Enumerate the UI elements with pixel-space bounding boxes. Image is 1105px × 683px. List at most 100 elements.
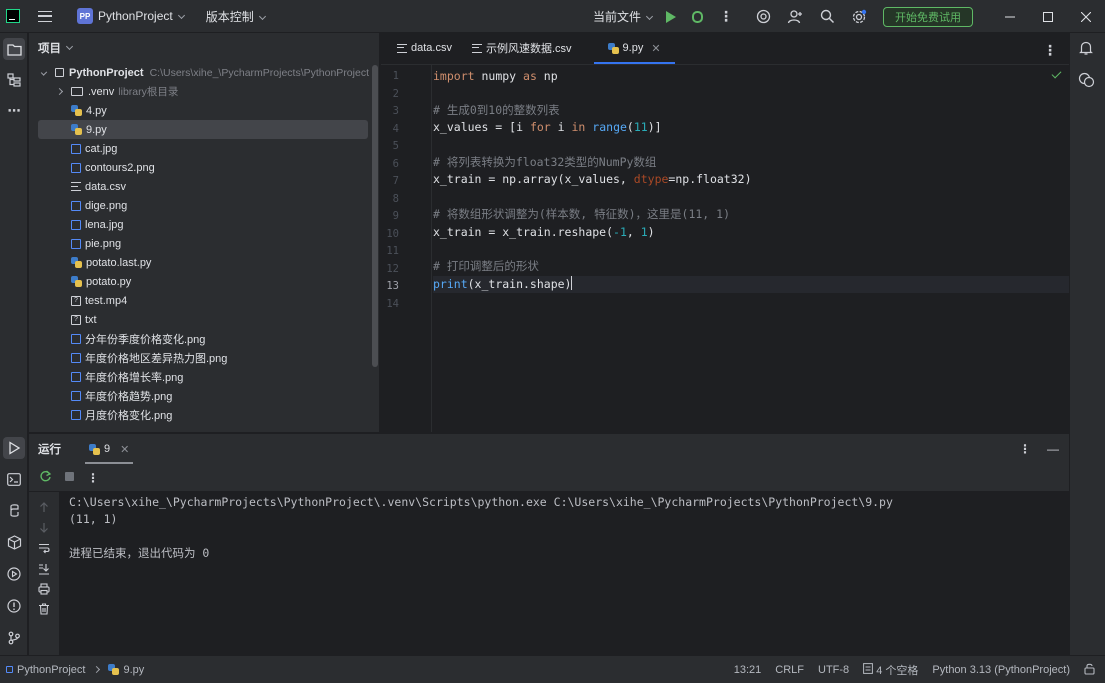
python-console-icon[interactable] <box>3 499 25 521</box>
tree-file-item[interactable]: 月度价格变化.png <box>29 405 369 424</box>
tree-file-item[interactable]: 年度价格趋势.png <box>29 386 369 405</box>
chevron-down-icon <box>645 12 654 21</box>
project-panel-header[interactable]: 项目 <box>29 33 379 63</box>
scroll-to-end-icon[interactable] <box>38 563 50 578</box>
run-config-label: 当前文件 <box>592 10 641 24</box>
tree-file-item[interactable]: cat.jpg <box>29 139 369 158</box>
python-interpreter[interactable]: Python 3.13 (PythonProject) <box>932 664 1070 676</box>
run-config-selector[interactable]: 当前文件 <box>592 8 654 25</box>
soft-wrap-icon[interactable] <box>38 543 50 557</box>
root-folder-name: PythonProject <box>69 66 144 79</box>
stop-icon[interactable] <box>64 471 75 485</box>
root-folder-path: C:\Users\xihe_\PycharmProjects\PythonPro… <box>149 66 369 79</box>
tree-file-name: pie.png <box>85 237 122 250</box>
tree-item-venv[interactable]: .venv library根目录 <box>29 82 369 101</box>
more-actions-icon[interactable]: ⋮ <box>719 8 733 25</box>
start-free-trial-button[interactable]: 开始免费试用 <box>883 6 973 27</box>
tree-file-item[interactable]: 4.py <box>29 101 369 120</box>
run-console-output[interactable]: C:\Users\xihe_\PycharmProjects\PythonPro… <box>59 492 1069 655</box>
terminal-icon[interactable] <box>3 468 25 490</box>
tree-file-item[interactable]: potato.py <box>29 272 369 291</box>
hide-panel-icon[interactable]: — <box>1047 442 1059 456</box>
tree-file-item[interactable]: 9.py <box>38 120 368 139</box>
problems-icon[interactable] <box>3 595 25 617</box>
image-file-icon <box>71 352 81 363</box>
python-file-icon <box>71 105 82 116</box>
ai-assistant-icon[interactable] <box>755 9 771 25</box>
image-file-icon <box>71 371 81 382</box>
line-number: 6 <box>392 157 399 170</box>
tab-data-csv[interactable]: data.csv <box>387 32 462 64</box>
project-panel-title: 项目 <box>38 43 61 55</box>
indent-setting[interactable]: 4 个空格 <box>863 662 918 678</box>
close-tab-icon[interactable]: ✕ <box>651 42 660 55</box>
line-number: 12 <box>386 262 399 275</box>
run-tab-9[interactable]: 9 ✕ <box>85 434 134 464</box>
breadcrumb-project[interactable]: PythonProject <box>17 664 85 676</box>
project-scrollbar[interactable] <box>372 65 378 367</box>
project-switcher[interactable]: PythonProject <box>98 9 185 23</box>
line-separator[interactable]: CRLF <box>775 664 804 676</box>
tree-file-item[interactable]: ? txt <box>29 310 369 329</box>
line-number: 4 <box>392 122 399 135</box>
rerun-icon[interactable] <box>39 470 52 486</box>
cursor-position[interactable]: 13:21 <box>734 664 762 676</box>
line-number: 8 <box>392 192 399 205</box>
tab-wind-speed-csv[interactable]: 示例风速数据.csv <box>462 32 582 64</box>
expand-arrow-icon[interactable] <box>40 69 48 76</box>
unknown-file-icon: ? <box>71 295 81 306</box>
run-panel-options-icon[interactable]: ⋮ <box>1019 442 1031 456</box>
tree-file-item[interactable]: dige.png <box>29 196 369 215</box>
left-tool-strip: ⋯ <box>0 33 28 655</box>
close-window-icon[interactable] <box>1067 0 1105 33</box>
project-tool-folder-icon[interactable] <box>3 38 25 60</box>
breadcrumb-file[interactable]: 9.py <box>123 664 144 676</box>
line-number: 1 <box>392 70 399 82</box>
services-icon[interactable] <box>3 563 25 585</box>
tree-file-item[interactable]: pie.png <box>29 234 369 253</box>
search-icon[interactable] <box>819 9 835 25</box>
csv-file-icon <box>397 43 407 53</box>
git-icon[interactable] <box>3 627 25 649</box>
tree-file-item[interactable]: contours2.png <box>29 158 369 177</box>
tree-file-item[interactable]: 分年份季度价格变化.png <box>29 329 369 348</box>
tree-root-item[interactable]: PythonProject C:\Users\xihe_\PycharmProj… <box>29 63 369 82</box>
trash-icon[interactable] <box>38 603 50 618</box>
print-icon[interactable] <box>38 583 50 598</box>
status-bar: PythonProject 9.py 13:21 CRLF UTF-8 4 个空… <box>0 655 1105 683</box>
tree-file-item[interactable]: lena.jpg <box>29 215 369 234</box>
chevron-down-icon <box>177 11 185 20</box>
code-line-7: x_train = np.array(x_values, dtype=np.fl… <box>433 172 752 186</box>
read-only-lock-icon[interactable] <box>1084 663 1095 678</box>
notifications-bell-icon[interactable] <box>1078 40 1094 59</box>
project-badge: PP <box>77 8 93 24</box>
structure-icon[interactable] <box>3 69 25 91</box>
more-tools-icon[interactable]: ⋯ <box>3 100 25 122</box>
python-packages-icon[interactable] <box>3 531 25 553</box>
tree-file-item[interactable]: 年度价格地区差异热力图.png <box>29 348 369 367</box>
scroll-down-icon[interactable] <box>39 522 49 536</box>
minimize-icon[interactable] <box>991 0 1029 33</box>
more-run-options-icon[interactable]: ⋮ <box>87 471 99 485</box>
collapse-arrow-icon[interactable] <box>55 87 64 96</box>
tree-file-item[interactable]: ? test.mp4 <box>29 291 369 310</box>
add-user-icon[interactable] <box>787 9 803 25</box>
close-run-tab-icon[interactable]: ✕ <box>120 443 129 456</box>
run-icon[interactable] <box>666 10 676 23</box>
scroll-up-icon[interactable] <box>39 502 49 516</box>
tree-file-item[interactable]: potato.last.py <box>29 253 369 272</box>
maximize-icon[interactable] <box>1029 0 1067 33</box>
debug-icon[interactable] <box>692 10 703 23</box>
main-menu-icon[interactable] <box>38 10 52 22</box>
tab-more-icon[interactable]: ⋮ <box>1043 42 1057 59</box>
ai-chat-icon[interactable] <box>1078 72 1095 91</box>
project-panel: 项目 PythonProject C:\Users\xihe_\PycharmP… <box>29 33 380 432</box>
tab-9-py[interactable]: 9.py ✕ <box>593 32 675 64</box>
file-encoding[interactable]: UTF-8 <box>818 664 849 676</box>
settings-gear-icon[interactable] <box>851 9 867 25</box>
tree-file-item[interactable]: data.csv <box>29 177 369 196</box>
tree-file-item[interactable]: 年度价格增长率.png <box>29 367 369 386</box>
vcs-menu[interactable]: 版本控制 <box>206 8 266 25</box>
image-file-icon <box>71 238 81 249</box>
run-tool-icon[interactable] <box>3 437 25 459</box>
